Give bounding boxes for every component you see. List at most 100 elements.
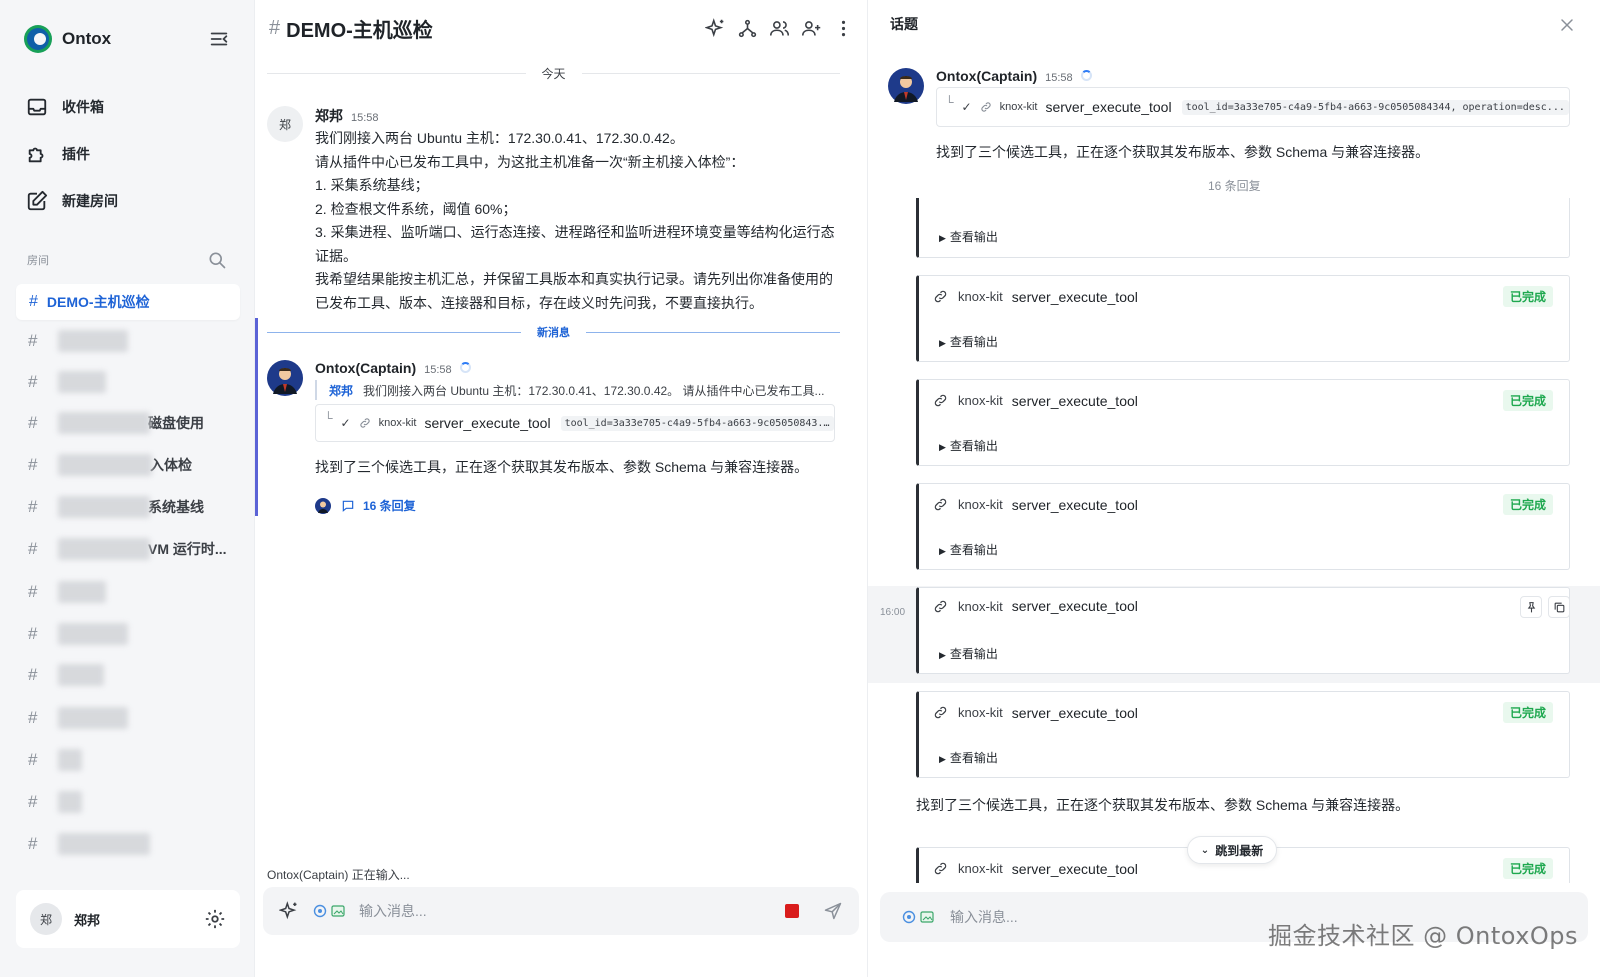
tool-result-card: knox-kit server_execute_tool ▶ 查看输出 — [916, 587, 1570, 674]
caret-right-icon: ▶ — [939, 442, 946, 452]
nav-plugins[interactable]: 插件 — [26, 137, 226, 171]
room-item[interactable]: # 系统基线 — [28, 495, 238, 519]
image-icon[interactable] — [331, 904, 345, 918]
close-icon[interactable] — [1557, 15, 1577, 35]
link-icon — [933, 289, 948, 304]
tool-name: server_execute_tool — [424, 415, 551, 431]
redacted-block — [58, 707, 128, 729]
sender-name[interactable]: Ontox(Captain) — [315, 360, 416, 376]
nav-inbox[interactable]: 收件箱 — [26, 90, 226, 124]
agent-icon[interactable] — [313, 904, 327, 918]
room-item[interactable]: # — [28, 329, 238, 353]
tool-result-card: knox-kit server_execute_tool 已完成 ▶ 查看输出 — [916, 691, 1570, 778]
tool-call-row[interactable]: └ ✓ knox-kit server_execute_tool tool_id… — [936, 87, 1570, 127]
avatar[interactable]: 郑 — [267, 106, 303, 142]
link-icon — [359, 417, 371, 429]
app-name: Ontox — [62, 29, 112, 48]
hash-icon: # — [28, 665, 38, 684]
pin-icon[interactable] — [1520, 596, 1542, 618]
link-icon — [933, 705, 948, 720]
tool-kit-name: knox-kit — [958, 393, 1003, 408]
search-icon[interactable] — [207, 250, 227, 270]
image-icon[interactable] — [920, 910, 934, 924]
room-item[interactable]: # — [28, 580, 238, 604]
tool-kit-name: knox-kit — [958, 289, 1003, 304]
hash-icon: # — [28, 539, 38, 558]
redacted-block — [58, 749, 82, 771]
view-output-toggle[interactable]: ▶ 查看输出 — [939, 437, 998, 454]
send-icon[interactable] — [823, 901, 843, 921]
room-item[interactable]: # — [28, 790, 238, 814]
room-item[interactable]: # — [28, 706, 238, 730]
loading-spinner-icon — [459, 362, 471, 373]
room-label: 入体检 — [150, 457, 192, 473]
room-item-active[interactable]: # DEMO-主机巡检 — [16, 284, 240, 320]
view-output-toggle[interactable]: ▶ 查看输出 — [939, 541, 998, 558]
collapse-sidebar-icon[interactable] — [208, 28, 230, 50]
room-item[interactable]: # — [28, 663, 238, 687]
room-label: 磁盘使用 — [148, 415, 204, 431]
redacted-block — [58, 664, 104, 686]
message-time: 15:58 — [351, 112, 379, 124]
room-item[interactable]: # — [28, 622, 238, 646]
quoted-message[interactable]: 郑邦 我们刚接入两台 Ubuntu 主机：172.30.0.41、172.30.… — [315, 380, 835, 400]
reply-count: 16 条回复 — [363, 499, 416, 513]
room-item[interactable]: # 磁盘使用 — [28, 411, 238, 435]
avatar[interactable] — [267, 360, 303, 396]
sparkle-icon[interactable] — [705, 17, 726, 39]
sparkle-icon[interactable] — [279, 901, 299, 921]
message-input[interactable] — [359, 903, 785, 919]
thread-replies-link[interactable]: 16 条回复 — [315, 497, 416, 514]
room-item[interactable]: # 入体检 — [28, 453, 238, 477]
tool-card-header: knox-kit server_execute_tool 已完成 — [933, 286, 1553, 307]
tool-name: server_execute_tool — [1011, 704, 1138, 721]
hash-icon: # — [29, 293, 38, 310]
chat-panel: # DEMO-主机巡检 今天 郑 郑邦 15:58 我们刚接入两台 Ubuntu… — [255, 0, 867, 977]
avatar[interactable]: 郑 — [30, 903, 62, 935]
nav-new-room[interactable]: 新建房间 — [26, 184, 226, 218]
more-icon[interactable] — [833, 18, 854, 39]
agent-icon[interactable] — [902, 910, 916, 924]
user-name: 郑邦 — [74, 912, 101, 928]
date-divider: 今天 — [267, 65, 841, 82]
sender-name[interactable]: 郑邦 — [315, 106, 343, 126]
room-label: DEMO-主机巡检 — [46, 294, 150, 310]
message-body: 找到了三个候选工具，正在逐个获取其发布版本、参数 Schema 与兼容连接器。 — [916, 797, 1410, 813]
status-badge: 已完成 — [1502, 390, 1553, 411]
room-item[interactable]: # — [28, 748, 238, 772]
jump-to-latest-button[interactable]: ⌄ 跳到最新 — [1187, 836, 1277, 864]
logo-icon — [24, 25, 52, 53]
sender-name[interactable]: Ontox(Captain) — [936, 68, 1037, 84]
tool-kit-name: knox-kit — [378, 417, 417, 429]
view-output-toggle[interactable]: ▶ 查看输出 — [939, 645, 998, 662]
gear-icon[interactable] — [204, 908, 226, 930]
hash-icon: # — [28, 413, 38, 432]
date-label: 今天 — [541, 67, 566, 81]
link-icon — [933, 599, 948, 614]
status-badge: 已完成 — [1502, 494, 1553, 515]
message-line: 3. 采集进程、监听端口、运行态连接、进程路径和监听进程环境变量等结构化运行态证… — [315, 224, 835, 264]
view-output-toggle[interactable]: ▶ 查看输出 — [939, 333, 998, 350]
view-output-label: 查看输出 — [949, 543, 998, 557]
view-output-label: 查看输出 — [949, 230, 998, 244]
status-badge: 已完成 — [1502, 286, 1553, 307]
view-output-toggle[interactable]: ▶ 查看输出 — [939, 749, 998, 766]
room-item[interactable]: # — [28, 370, 238, 394]
tool-name: server_execute_tool — [1011, 392, 1138, 409]
view-output-toggle[interactable]: ▶ 查看输出 — [939, 228, 998, 245]
jump-label: 跳到最新 — [1215, 843, 1264, 858]
attachment-icons — [313, 904, 345, 918]
members-icon[interactable] — [769, 18, 790, 39]
room-item[interactable]: # VM 运行时... — [28, 537, 238, 561]
room-item[interactable]: # — [28, 832, 238, 856]
tool-call-row[interactable]: └ ✓ knox-kit server_execute_tool tool_id… — [315, 404, 835, 442]
network-icon[interactable] — [737, 18, 758, 39]
caret-right-icon: ▶ — [939, 338, 946, 348]
tool-card-header: knox-kit server_execute_tool 已完成 — [933, 494, 1553, 515]
stop-button[interactable] — [785, 904, 799, 918]
copy-icon[interactable] — [1548, 596, 1570, 618]
avatar[interactable] — [888, 68, 924, 104]
redacted-block — [58, 412, 150, 434]
add-user-icon[interactable] — [801, 18, 822, 39]
caret-right-icon: ▶ — [939, 650, 946, 660]
